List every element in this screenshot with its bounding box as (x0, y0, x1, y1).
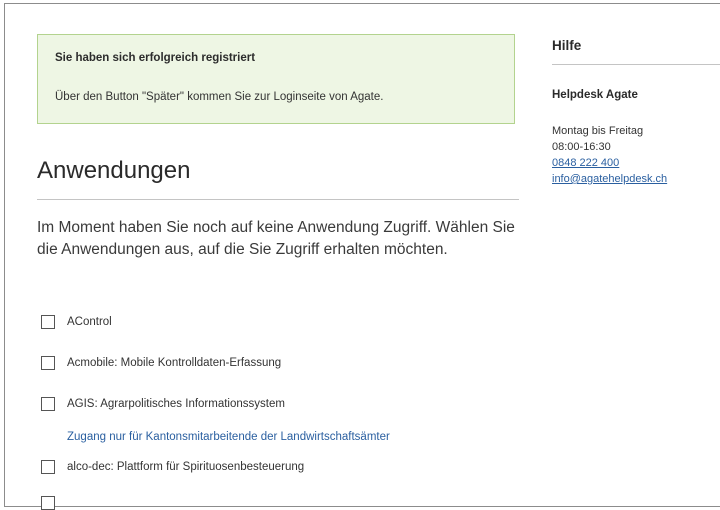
list-item[interactable]: AGIS: Agrarpolitisches Informationssyste… (37, 397, 285, 411)
application-checkbox[interactable] (41, 315, 55, 329)
application-label: AGIS: Agrarpolitisches Informationssyste… (67, 398, 285, 410)
helpdesk-email-link[interactable]: info@agatehelpdesk.ch (552, 172, 667, 187)
list-item[interactable]: alco-dec: Plattform für Spirituosenbeste… (37, 460, 304, 474)
application-checkbox[interactable] (41, 496, 55, 510)
help-title: Hilfe (552, 38, 582, 53)
success-notice-text: Über den Button "Später" kommen Sie zur … (55, 91, 384, 103)
application-checkbox[interactable] (41, 356, 55, 370)
help-divider (552, 64, 720, 65)
application-label: Acmobile: Mobile Kontrolldaten-Erfassung (67, 357, 282, 369)
list-item[interactable]: AControl (37, 315, 112, 329)
success-notice: Sie haben sich erfolgreich registriert Ü… (37, 34, 515, 124)
helpdesk-hours: 08:00-16:30 (552, 141, 611, 153)
helpdesk-days: Montag bis Freitag (552, 125, 644, 137)
list-item[interactable]: Acmobile: Mobile Kontrolldaten-Erfassung (37, 356, 281, 370)
application-label: alco-dec: Plattform für Spirituosenbeste… (67, 461, 305, 473)
section-divider (37, 199, 519, 200)
application-label: AControl (67, 316, 112, 328)
helpdesk-phone-link[interactable]: 0848 222 400 (552, 156, 619, 171)
intro-text: Im Moment haben Sie noch auf keine Anwen… (37, 219, 515, 258)
page-title: Anwendungen (37, 157, 191, 184)
helpdesk-title: Helpdesk Agate (552, 89, 638, 101)
application-checkbox[interactable] (41, 397, 55, 411)
list-item[interactable] (37, 496, 67, 510)
application-access-note: Zugang nur für Kantonsmitarbeitende der … (67, 431, 390, 443)
success-notice-title: Sie haben sich erfolgreich registriert (55, 52, 256, 64)
application-checkbox[interactable] (41, 460, 55, 474)
page-frame: Sie haben sich erfolgreich registriert Ü… (4, 3, 720, 510)
